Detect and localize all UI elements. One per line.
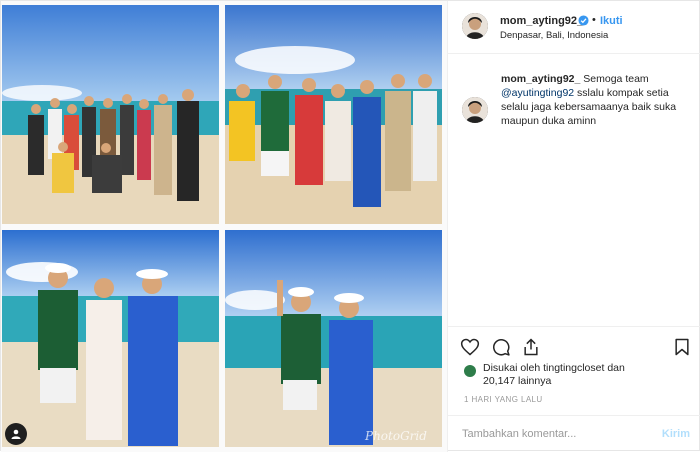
avatar[interactable] — [462, 13, 488, 39]
comment-avatar[interactable] — [462, 97, 488, 123]
add-comment-bar: Tambahkan komentar... Kirim — [448, 415, 700, 453]
follow-button[interactable]: Ikuti — [600, 15, 623, 27]
caption-mention-link[interactable]: @ayutingting92 — [501, 87, 574, 99]
likes-summary[interactable]: Disukai oleh tingtingcloset dan 20,147 l… — [483, 362, 625, 388]
post-sidebar: mom_ayting92_ • Ikuti Denpasar, Bali, In… — [447, 1, 700, 452]
liker-avatar[interactable] — [464, 365, 476, 377]
post-actions-section: Disukai oleh tingtingcloset dan 20,147 l… — [448, 326, 700, 452]
post-timestamp[interactable]: 1 HARI YANG LALU — [464, 395, 543, 404]
likes-line-2: 20,147 lainnya — [483, 375, 552, 387]
collage-photo-group — [2, 5, 219, 224]
comment-bubble-icon[interactable] — [491, 337, 511, 357]
collage-photo-trio — [2, 230, 219, 447]
verified-badge-icon — [578, 15, 589, 26]
photogrid-watermark: PhotoGrid — [365, 429, 427, 443]
caption-comment: mom_ayting92_ Semoga team @ayutingting92… — [501, 72, 691, 128]
share-icon[interactable] — [521, 337, 541, 357]
instagram-post-frame: PhotoGrid mom_ayting92_ • Ikuti Denpasar… — [0, 0, 700, 452]
bookmark-icon[interactable] — [672, 337, 692, 357]
likes-line-1: Disukai oleh tingtingcloset dan — [483, 362, 625, 374]
collage-photo-standing-group — [225, 5, 442, 224]
post-location[interactable]: Denpasar, Bali, Indonesia — [500, 30, 608, 41]
post-username[interactable]: mom_ayting92_ — [500, 15, 583, 27]
post-header: mom_ayting92_ • Ikuti Denpasar, Bali, In… — [448, 1, 700, 54]
caption-text-start: Semoga team — [580, 73, 649, 85]
separator-dot: • — [592, 14, 596, 26]
photo-collage[interactable]: PhotoGrid — [1, 1, 447, 452]
heart-icon[interactable] — [460, 337, 480, 357]
user-tag-icon[interactable] — [5, 423, 27, 445]
collage-photo-couple — [225, 230, 442, 447]
post-comment-button[interactable]: Kirim — [662, 428, 690, 440]
add-comment-input[interactable]: Tambahkan komentar... — [462, 428, 576, 440]
caption-username[interactable]: mom_ayting92_ — [501, 73, 580, 85]
